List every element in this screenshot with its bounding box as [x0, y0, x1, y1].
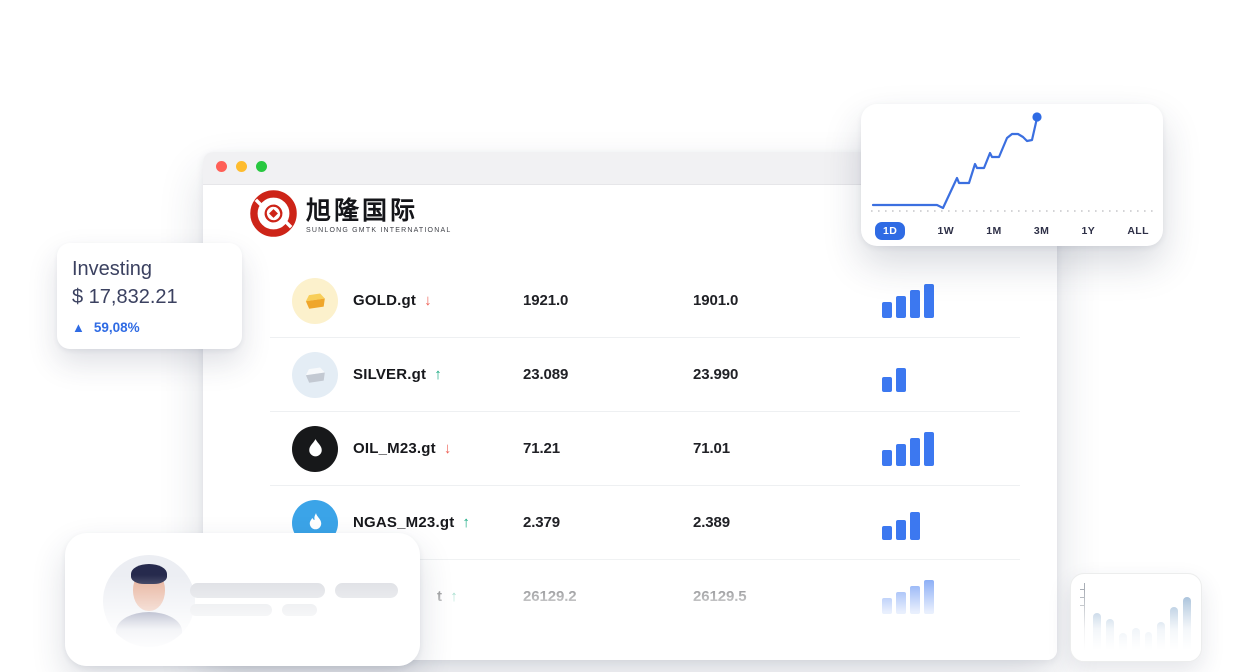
timeframe-1m[interactable]: 1M: [986, 225, 1001, 237]
placeholder-bar: [282, 604, 317, 616]
axis-tick: [1080, 589, 1084, 590]
symbol-label: SILVER.gt: [353, 366, 426, 383]
avatar-shoulders: [116, 612, 182, 647]
timeframe-1y[interactable]: 1Y: [1081, 225, 1095, 237]
y-axis: [1084, 583, 1085, 657]
investing-card: Investing $ 17,832.21 ▲ 59,08%: [57, 243, 242, 349]
bar: [1132, 628, 1140, 659]
mini-bar-chart: [882, 579, 1020, 614]
bid-price: 1921.0: [523, 292, 693, 309]
ask-price: 26129.5: [693, 588, 882, 605]
ask-price: 71.01: [693, 440, 882, 457]
direction-arrow-icon: ↑: [434, 366, 442, 383]
zoom-button[interactable]: [256, 161, 267, 172]
avatar-hair: [131, 564, 168, 584]
gold-icon: [277, 278, 353, 324]
bar: [1183, 597, 1191, 659]
mini-bar-chart: [882, 431, 1020, 466]
axis-tick: [1080, 605, 1084, 606]
table-row[interactable]: SILVER.gt ↑ 23.089 23.990: [270, 338, 1020, 412]
ask-price: 23.990: [693, 366, 882, 383]
mini-bar-chart: [882, 505, 1020, 540]
direction-arrow-icon: ↓: [444, 440, 452, 457]
brand-title: 旭隆国际: [306, 198, 451, 226]
bar: [910, 438, 920, 466]
bar: [910, 512, 920, 540]
bar: [1145, 632, 1153, 659]
bar: [1157, 622, 1165, 659]
symbol-label: GOLD.gt: [353, 292, 416, 309]
bid-price: 71.21: [523, 440, 693, 457]
mini-bar-chart: [882, 283, 1020, 318]
page: 旭隆国际 SUNLONG GMTK INTERNATIONAL: [0, 0, 1259, 672]
mini-chart-card: [1070, 573, 1202, 662]
bar: [896, 592, 906, 614]
timeframe-all[interactable]: ALL: [1127, 225, 1149, 237]
bar: [896, 368, 906, 392]
axis-tick: [1080, 597, 1084, 598]
placeholder-bar: [335, 583, 398, 598]
symbol-label: OIL_M23.gt: [353, 440, 436, 457]
investing-title: Investing: [72, 258, 242, 281]
close-button[interactable]: [216, 161, 227, 172]
brand-subtitle: SUNLONG GMTK INTERNATIONAL: [306, 227, 451, 234]
timeframe-row: 1D 1W 1M 3M 1Y ALL: [861, 216, 1163, 246]
bar: [1106, 619, 1114, 659]
bid-price: 2.379: [523, 514, 693, 531]
up-triangle-icon: ▲: [72, 320, 85, 335]
bar: [1170, 607, 1178, 659]
sparkline-path: [873, 118, 1037, 208]
change-percent: 59,08%: [94, 320, 140, 335]
timeframe-1d[interactable]: 1D: [875, 222, 905, 240]
bar: [910, 586, 920, 614]
mini-bar-chart-faded: [1093, 589, 1191, 659]
symbol-label: NGAS_M23.gt: [353, 514, 454, 531]
brand-logo: 旭隆国际 SUNLONG GMTK INTERNATIONAL: [250, 190, 451, 242]
sparkline-endpoint: [1032, 112, 1041, 121]
bar: [896, 520, 906, 540]
silver-icon: [277, 352, 353, 398]
sparkline-card: 1D 1W 1M 3M 1Y ALL: [861, 104, 1163, 246]
timeframe-1w[interactable]: 1W: [937, 225, 954, 237]
bar: [882, 450, 892, 466]
placeholder-bar: [190, 583, 325, 598]
avatar: [103, 555, 195, 647]
direction-arrow-icon: ↓: [424, 292, 432, 309]
ask-price: 2.389: [693, 514, 882, 531]
bar: [882, 598, 892, 614]
ask-price: 1901.0: [693, 292, 882, 309]
timeframe-3m[interactable]: 3M: [1034, 225, 1049, 237]
bid-price: 26129.2: [523, 588, 693, 605]
traffic-lights: [216, 159, 276, 177]
profile-card: [65, 533, 420, 666]
bar: [896, 444, 906, 466]
mini-bar-chart: [882, 357, 1020, 392]
table-row[interactable]: GOLD.gt ↓ 1921.0 1901.0: [270, 264, 1020, 338]
bar: [924, 432, 934, 466]
direction-arrow-icon: ↑: [462, 514, 470, 531]
bar: [910, 290, 920, 318]
oil-drop-icon: [277, 426, 353, 472]
investing-amount: $ 17,832.21: [72, 286, 242, 309]
bar: [882, 377, 892, 392]
minimize-button[interactable]: [236, 161, 247, 172]
brand-emblem-icon: [250, 190, 297, 242]
investing-change: ▲ 59,08%: [72, 320, 242, 335]
bar: [924, 284, 934, 318]
bar: [896, 296, 906, 318]
bar: [1093, 613, 1101, 659]
placeholder-bar: [190, 604, 272, 616]
table-row[interactable]: OIL_M23.gt ↓ 71.21 71.01: [270, 412, 1020, 486]
bar: [882, 526, 892, 540]
bar: [882, 302, 892, 318]
direction-arrow-icon: ↑: [450, 588, 458, 605]
bar: [1119, 633, 1127, 659]
bid-price: 23.089: [523, 366, 693, 383]
bar: [924, 580, 934, 614]
sparkline-chart: [861, 104, 1163, 216]
